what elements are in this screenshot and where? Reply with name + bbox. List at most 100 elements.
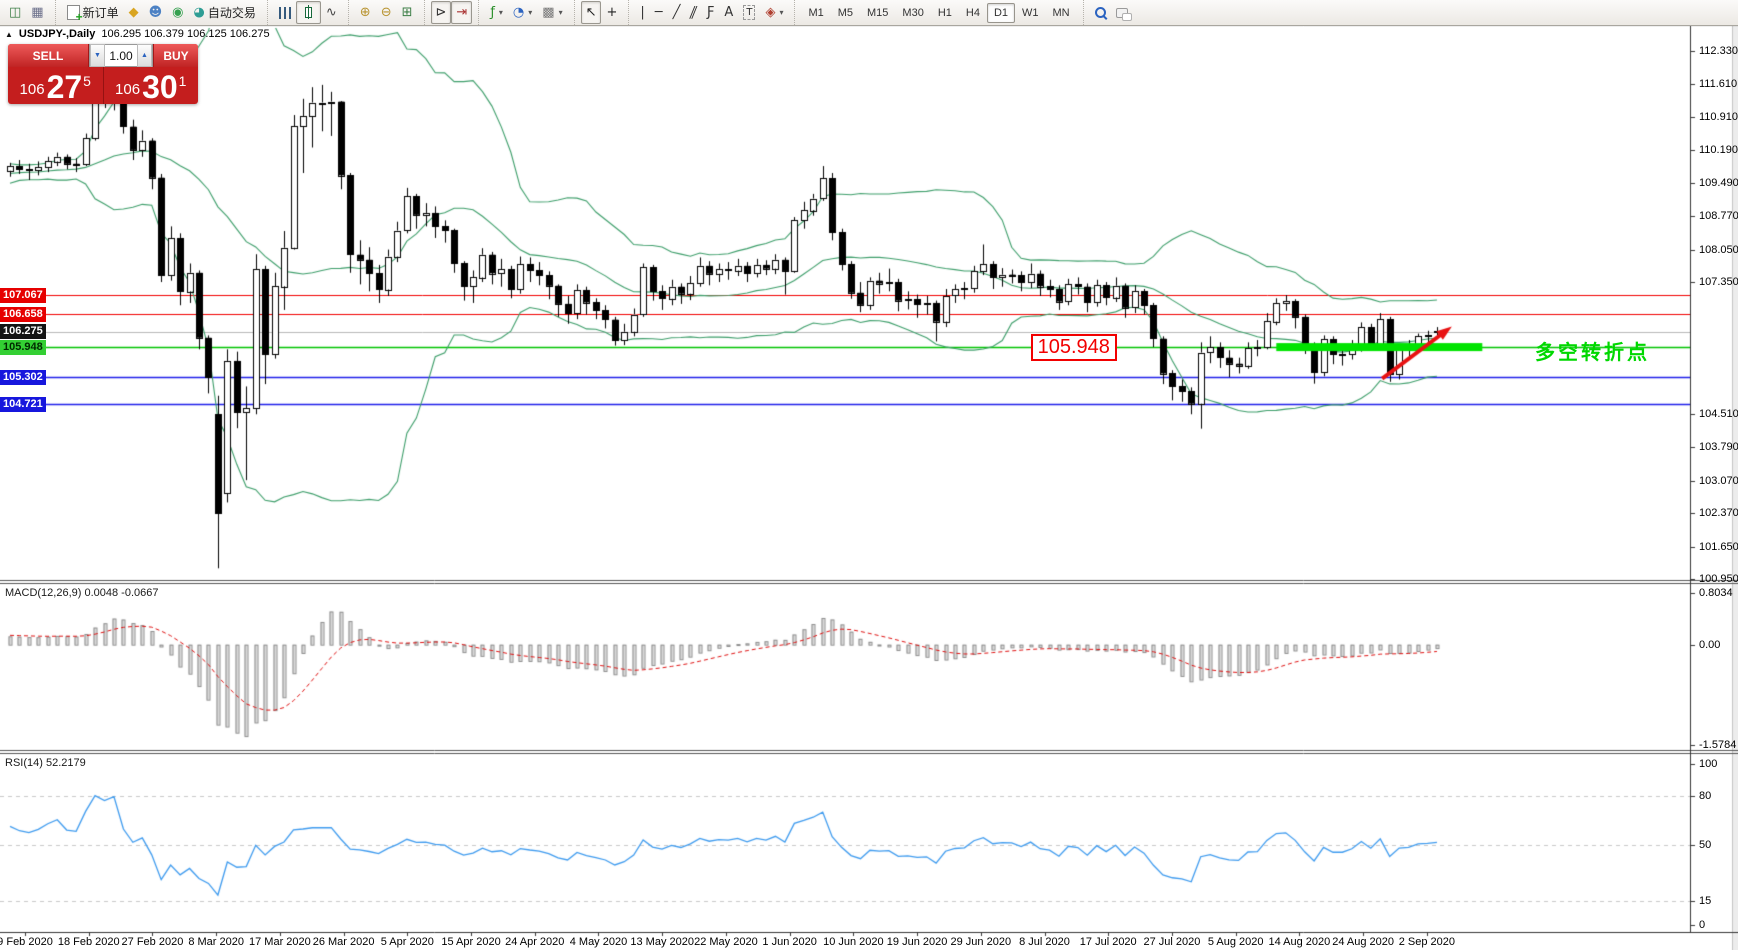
price-tick-label: 110.910 xyxy=(1699,111,1738,123)
chat-icon-glyph xyxy=(1116,8,1128,18)
tf-mn[interactable]: MN xyxy=(1046,3,1077,23)
date-tick-label[interactable]: 17 Mar 2020 xyxy=(249,936,311,948)
templates-icon[interactable]: ▩▾ xyxy=(537,1,567,24)
macd-label: MACD(12,26,9) 0.0048 -0.0667 xyxy=(5,587,159,599)
rsi-tick-label: 80 xyxy=(1699,790,1711,802)
date-tick-label[interactable]: 14 Aug 2020 xyxy=(1268,936,1330,948)
bid-big-digits: 27 xyxy=(47,72,83,102)
tf-m5[interactable]: M5 xyxy=(831,3,860,23)
date-tick-label[interactable]: 26 Mar 2020 xyxy=(313,936,375,948)
zoom-in-icon[interactable]: ⊕ xyxy=(355,1,376,24)
periods-icon[interactable]: ◔▾ xyxy=(508,1,537,24)
tf-w1[interactable]: W1 xyxy=(1015,3,1046,23)
buy-button[interactable]: BUY xyxy=(153,44,198,67)
price-tick-label: 108.770 xyxy=(1699,210,1738,222)
chart-window-icon[interactable]: ◫ xyxy=(4,1,26,24)
channel-icon[interactable]: ∥ xyxy=(685,1,702,24)
date-tick-label[interactable]: 1 Jun 2020 xyxy=(762,936,816,948)
chart-ohlc-values: 106.295 106.379 106.125 106.275 xyxy=(101,28,269,40)
search-icon[interactable] xyxy=(1090,1,1111,24)
date-tick-label[interactable]: 15 Apr 2020 xyxy=(441,936,500,948)
date-tick-label[interactable]: 8 Mar 2020 xyxy=(188,936,244,948)
rsi-value: 52.2179 xyxy=(46,757,86,769)
one-click-collapse-icon[interactable]: ▲ xyxy=(5,30,13,39)
date-tick-label[interactable]: 18 Feb 2020 xyxy=(58,936,120,948)
price-tick-label: 102.370 xyxy=(1699,507,1738,519)
bar-chart-icon[interactable] xyxy=(274,1,296,24)
fibonacci-icon[interactable]: Ƒ xyxy=(702,1,719,24)
tf-m15[interactable]: M15 xyxy=(860,3,895,23)
date-tick-label[interactable]: 24 Aug 2020 xyxy=(1332,936,1394,948)
price-tick-label: 103.070 xyxy=(1699,475,1738,487)
tile-windows-icon[interactable]: ⊞ xyxy=(397,1,418,24)
turning-point-note[interactable]: 多空转折点 xyxy=(1535,336,1650,365)
new-order-button[interactable]: 新订单 xyxy=(62,1,124,24)
date-tick-label[interactable]: 13 May 2020 xyxy=(630,936,694,948)
vertical-line-icon[interactable]: | xyxy=(635,1,649,24)
date-tick-label[interactable]: 24 Apr 2020 xyxy=(505,936,564,948)
date-tick-label[interactable]: 9 Feb 2020 xyxy=(0,936,53,948)
bid-price[interactable]: 106 27 5 xyxy=(8,67,104,104)
price-tag: 105.302 xyxy=(0,370,46,385)
volume-decrease-button[interactable]: ▼ xyxy=(90,44,105,67)
ask-price[interactable]: 106 30 1 xyxy=(104,67,199,104)
ask-big-digits: 30 xyxy=(142,72,178,102)
volume-increase-button[interactable]: ▲ xyxy=(137,44,152,67)
mt4-window: ◫▦ 新订单◆☻◉◕自动交易 ∿ ⊕⊖⊞ ⊳⇥ ƒ▾◔▾▩▾ ↖+ |─╱∥ƑAT◈▾ M1M5… xyxy=(0,0,1738,950)
price-tick-label: 111.610 xyxy=(1699,78,1737,90)
sell-button[interactable]: SELL xyxy=(8,44,89,67)
price-tag: 106.275 xyxy=(0,324,46,339)
candlestick-icon[interactable] xyxy=(296,1,321,24)
date-tick-label[interactable]: 17 Jul 2020 xyxy=(1080,936,1137,948)
community-icon[interactable]: ☻ xyxy=(144,1,168,24)
zoom-out-icon[interactable]: ⊖ xyxy=(376,1,397,24)
date-tick-label[interactable]: 19 Jun 2020 xyxy=(887,936,948,948)
date-tick-label[interactable]: 27 Feb 2020 xyxy=(122,936,184,948)
chart-title-bar: ▲ USDJPY-,Daily 106.295 106.379 106.125 … xyxy=(5,28,270,40)
price-callout[interactable]: 105.948 xyxy=(1031,334,1117,361)
rsi-tick-label: 15 xyxy=(1699,895,1711,907)
rsi-tick-label: 0 xyxy=(1699,919,1705,931)
date-tick-label[interactable]: 2 Sep 2020 xyxy=(1399,936,1455,948)
tf-h4[interactable]: H4 xyxy=(959,3,987,23)
ask-pip-digit: 1 xyxy=(179,69,187,89)
macd-name: MACD(12,26,9) xyxy=(5,587,81,599)
trendline-icon[interactable]: ╱ xyxy=(668,1,686,24)
one-click-trading-panel: SELL ▼ 1.00 ▲ BUY 106 27 5 106 30 1 xyxy=(8,44,198,104)
bar-chart-icon-glyph xyxy=(279,7,291,19)
macd-tick-label: -1.5784 xyxy=(1699,739,1736,751)
auto-scroll-icon[interactable]: ⊳ xyxy=(431,1,452,24)
bid-prefix: 106 xyxy=(20,81,45,98)
chart-canvas[interactable] xyxy=(0,0,1738,950)
autotrading-button[interactable]: ◕自动交易 xyxy=(189,1,261,24)
line-chart-icon[interactable]: ∿ xyxy=(321,1,342,24)
date-tick-label[interactable]: 5 Apr 2020 xyxy=(381,936,434,948)
profiles-icon[interactable]: ▦ xyxy=(26,1,48,24)
text-icon[interactable]: A xyxy=(719,1,738,24)
date-tick-label[interactable]: 10 Jun 2020 xyxy=(823,936,884,948)
signals-icon[interactable]: ◉ xyxy=(167,1,188,24)
indicators-icon[interactable]: ƒ▾ xyxy=(485,1,508,24)
rsi-tick-label: 100 xyxy=(1699,758,1717,770)
price-tag: 104.721 xyxy=(0,397,46,412)
date-tick-label[interactable]: 8 Jul 2020 xyxy=(1019,936,1070,948)
date-tick-label[interactable]: 4 May 2020 xyxy=(570,936,627,948)
chat-icon[interactable] xyxy=(1111,1,1137,24)
date-tick-label[interactable]: 27 Jul 2020 xyxy=(1144,936,1201,948)
date-tick-label[interactable]: 29 Jun 2020 xyxy=(951,936,1012,948)
tf-m30[interactable]: M30 xyxy=(895,3,930,23)
crosshair-icon[interactable]: + xyxy=(601,1,622,24)
label-icon[interactable]: T xyxy=(738,1,760,24)
price-tag: 105.948 xyxy=(0,340,46,355)
date-tick-label[interactable]: 5 Aug 2020 xyxy=(1208,936,1264,948)
tf-d1[interactable]: D1 xyxy=(987,3,1015,23)
tf-m1[interactable]: M1 xyxy=(801,3,830,23)
tf-h1[interactable]: H1 xyxy=(931,3,959,23)
horizontal-line-icon[interactable]: ─ xyxy=(650,1,668,24)
chart-shift-icon[interactable]: ⇥ xyxy=(451,1,472,24)
date-tick-label[interactable]: 22 May 2020 xyxy=(694,936,758,948)
arrows-icon[interactable]: ◈▾ xyxy=(760,1,788,24)
cursor-icon[interactable]: ↖ xyxy=(581,1,602,24)
volume-value[interactable]: 1.00 xyxy=(105,49,137,63)
metaquotes-icon[interactable]: ◆ xyxy=(124,1,144,24)
